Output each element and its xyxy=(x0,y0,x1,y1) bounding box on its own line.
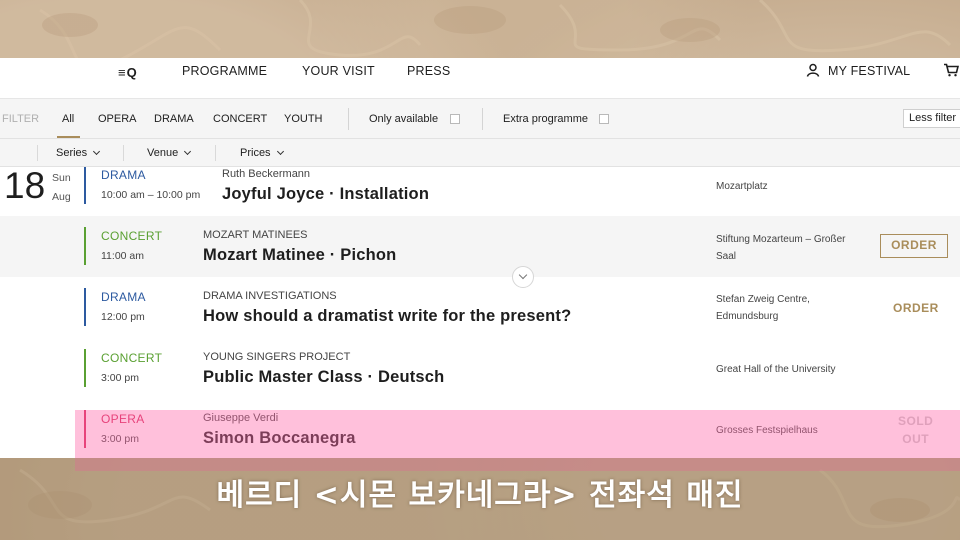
event-series: YOUNG SINGERS PROJECT xyxy=(203,351,351,363)
filter-bar: FILTER All OPERA DRAMA CONCERT YOUTH Onl… xyxy=(0,99,960,139)
event-title[interactable]: Mozart Matinee · Pichon xyxy=(203,246,396,265)
event-title[interactable]: Public Master Class · Deutsch xyxy=(203,368,444,387)
category-bar xyxy=(84,349,86,387)
only-available-label: Only available xyxy=(369,113,439,125)
filter-tab-opera[interactable]: OPERA xyxy=(98,113,137,125)
event-venue: Mozartplatz xyxy=(716,181,768,192)
event-time: 11:00 am xyxy=(101,250,144,262)
filter-tab-concert[interactable]: CONCERT xyxy=(213,113,267,125)
prices-dropdown[interactable]: Prices xyxy=(240,147,284,159)
festival-programme-page: ≡Q PROGRAMME YOUR VISIT PRESS MY FESTIVA… xyxy=(0,58,960,458)
event-row[interactable]: CONCERT 11:00 am MOZART MATINEES Mozart … xyxy=(0,216,960,277)
nav-press[interactable]: PRESS xyxy=(407,64,450,78)
series-dropdown-label: Series xyxy=(56,147,88,159)
subfilter-divider xyxy=(123,145,124,161)
event-series: MOZART MATINEES xyxy=(203,229,308,241)
user-icon[interactable] xyxy=(806,63,820,77)
subfilter-divider xyxy=(215,145,216,161)
cart-icon[interactable] xyxy=(943,63,959,77)
filter-divider xyxy=(348,108,349,130)
sub-filter-bar: Series Venue Prices xyxy=(0,139,960,167)
event-series: DRAMA INVESTIGATIONS xyxy=(203,290,337,302)
series-dropdown[interactable]: Series xyxy=(56,147,101,159)
chevron-down-icon xyxy=(276,147,284,156)
nav-programme[interactable]: PROGRAMME xyxy=(182,64,267,78)
filter-label: FILTER xyxy=(2,113,40,125)
filter-tab-youth[interactable]: YOUTH xyxy=(284,113,323,125)
event-row[interactable]: DRAMA 12:00 pm DRAMA INVESTIGATIONS How … xyxy=(0,277,960,338)
event-category: CONCERT xyxy=(101,229,163,243)
filter-divider xyxy=(482,108,483,130)
event-venue: Great Hall of the University xyxy=(716,364,836,375)
filter-tab-all[interactable]: All xyxy=(62,113,74,125)
nav-my-festival[interactable]: MY FESTIVAL xyxy=(828,64,910,78)
less-filter-button[interactable]: Less filter xyxy=(903,109,960,128)
event-series: Ruth Beckermann xyxy=(222,168,311,180)
venue-dropdown-label: Venue xyxy=(147,147,179,159)
active-tab-indicator xyxy=(57,136,80,138)
event-time: 3:00 pm xyxy=(101,372,139,384)
category-bar xyxy=(84,288,86,326)
category-bar xyxy=(84,167,86,204)
chevron-down-icon xyxy=(93,147,101,156)
order-button[interactable]: ORDER xyxy=(880,234,948,258)
event-category: DRAMA xyxy=(101,290,146,304)
subfilter-divider xyxy=(37,145,38,161)
event-time: 10:00 am – 10:00 pm xyxy=(101,189,201,201)
caption-text: 베르디 <시몬 보카네그라> 전좌석 매진 xyxy=(216,478,744,513)
event-category: DRAMA xyxy=(101,168,146,182)
prices-dropdown-label: Prices xyxy=(240,147,271,159)
event-row[interactable]: DRAMA 10:00 am – 10:00 pm Ruth Beckerman… xyxy=(0,167,960,216)
menu-search-icon[interactable]: ≡Q xyxy=(118,65,138,80)
nav-your-visit[interactable]: YOUR VISIT xyxy=(302,64,375,78)
event-row[interactable]: CONCERT 3:00 pm YOUNG SINGERS PROJECT Pu… xyxy=(0,338,960,399)
event-venue: Stefan Zweig Centre, Edmundsburg xyxy=(716,294,810,322)
extra-programme-checkbox[interactable] xyxy=(599,114,609,124)
chevron-down-icon xyxy=(184,147,192,156)
event-title[interactable]: How should a dramatist write for the pre… xyxy=(203,307,571,326)
category-bar xyxy=(84,227,86,265)
event-title[interactable]: Joyful Joyce · Installation xyxy=(222,185,429,204)
extra-programme-label: Extra programme xyxy=(503,113,588,125)
filter-tab-drama[interactable]: DRAMA xyxy=(154,113,194,125)
venue-dropdown[interactable]: Venue xyxy=(147,147,192,159)
only-available-checkbox[interactable] xyxy=(450,114,460,124)
event-venue: Stiftung Mozarteum – Großer Saal xyxy=(716,234,846,262)
order-link[interactable]: ORDER xyxy=(893,301,939,315)
event-time: 12:00 pm xyxy=(101,311,145,323)
top-navigation: ≡Q PROGRAMME YOUR VISIT PRESS MY FESTIVA… xyxy=(0,58,960,99)
event-category: CONCERT xyxy=(101,351,163,365)
